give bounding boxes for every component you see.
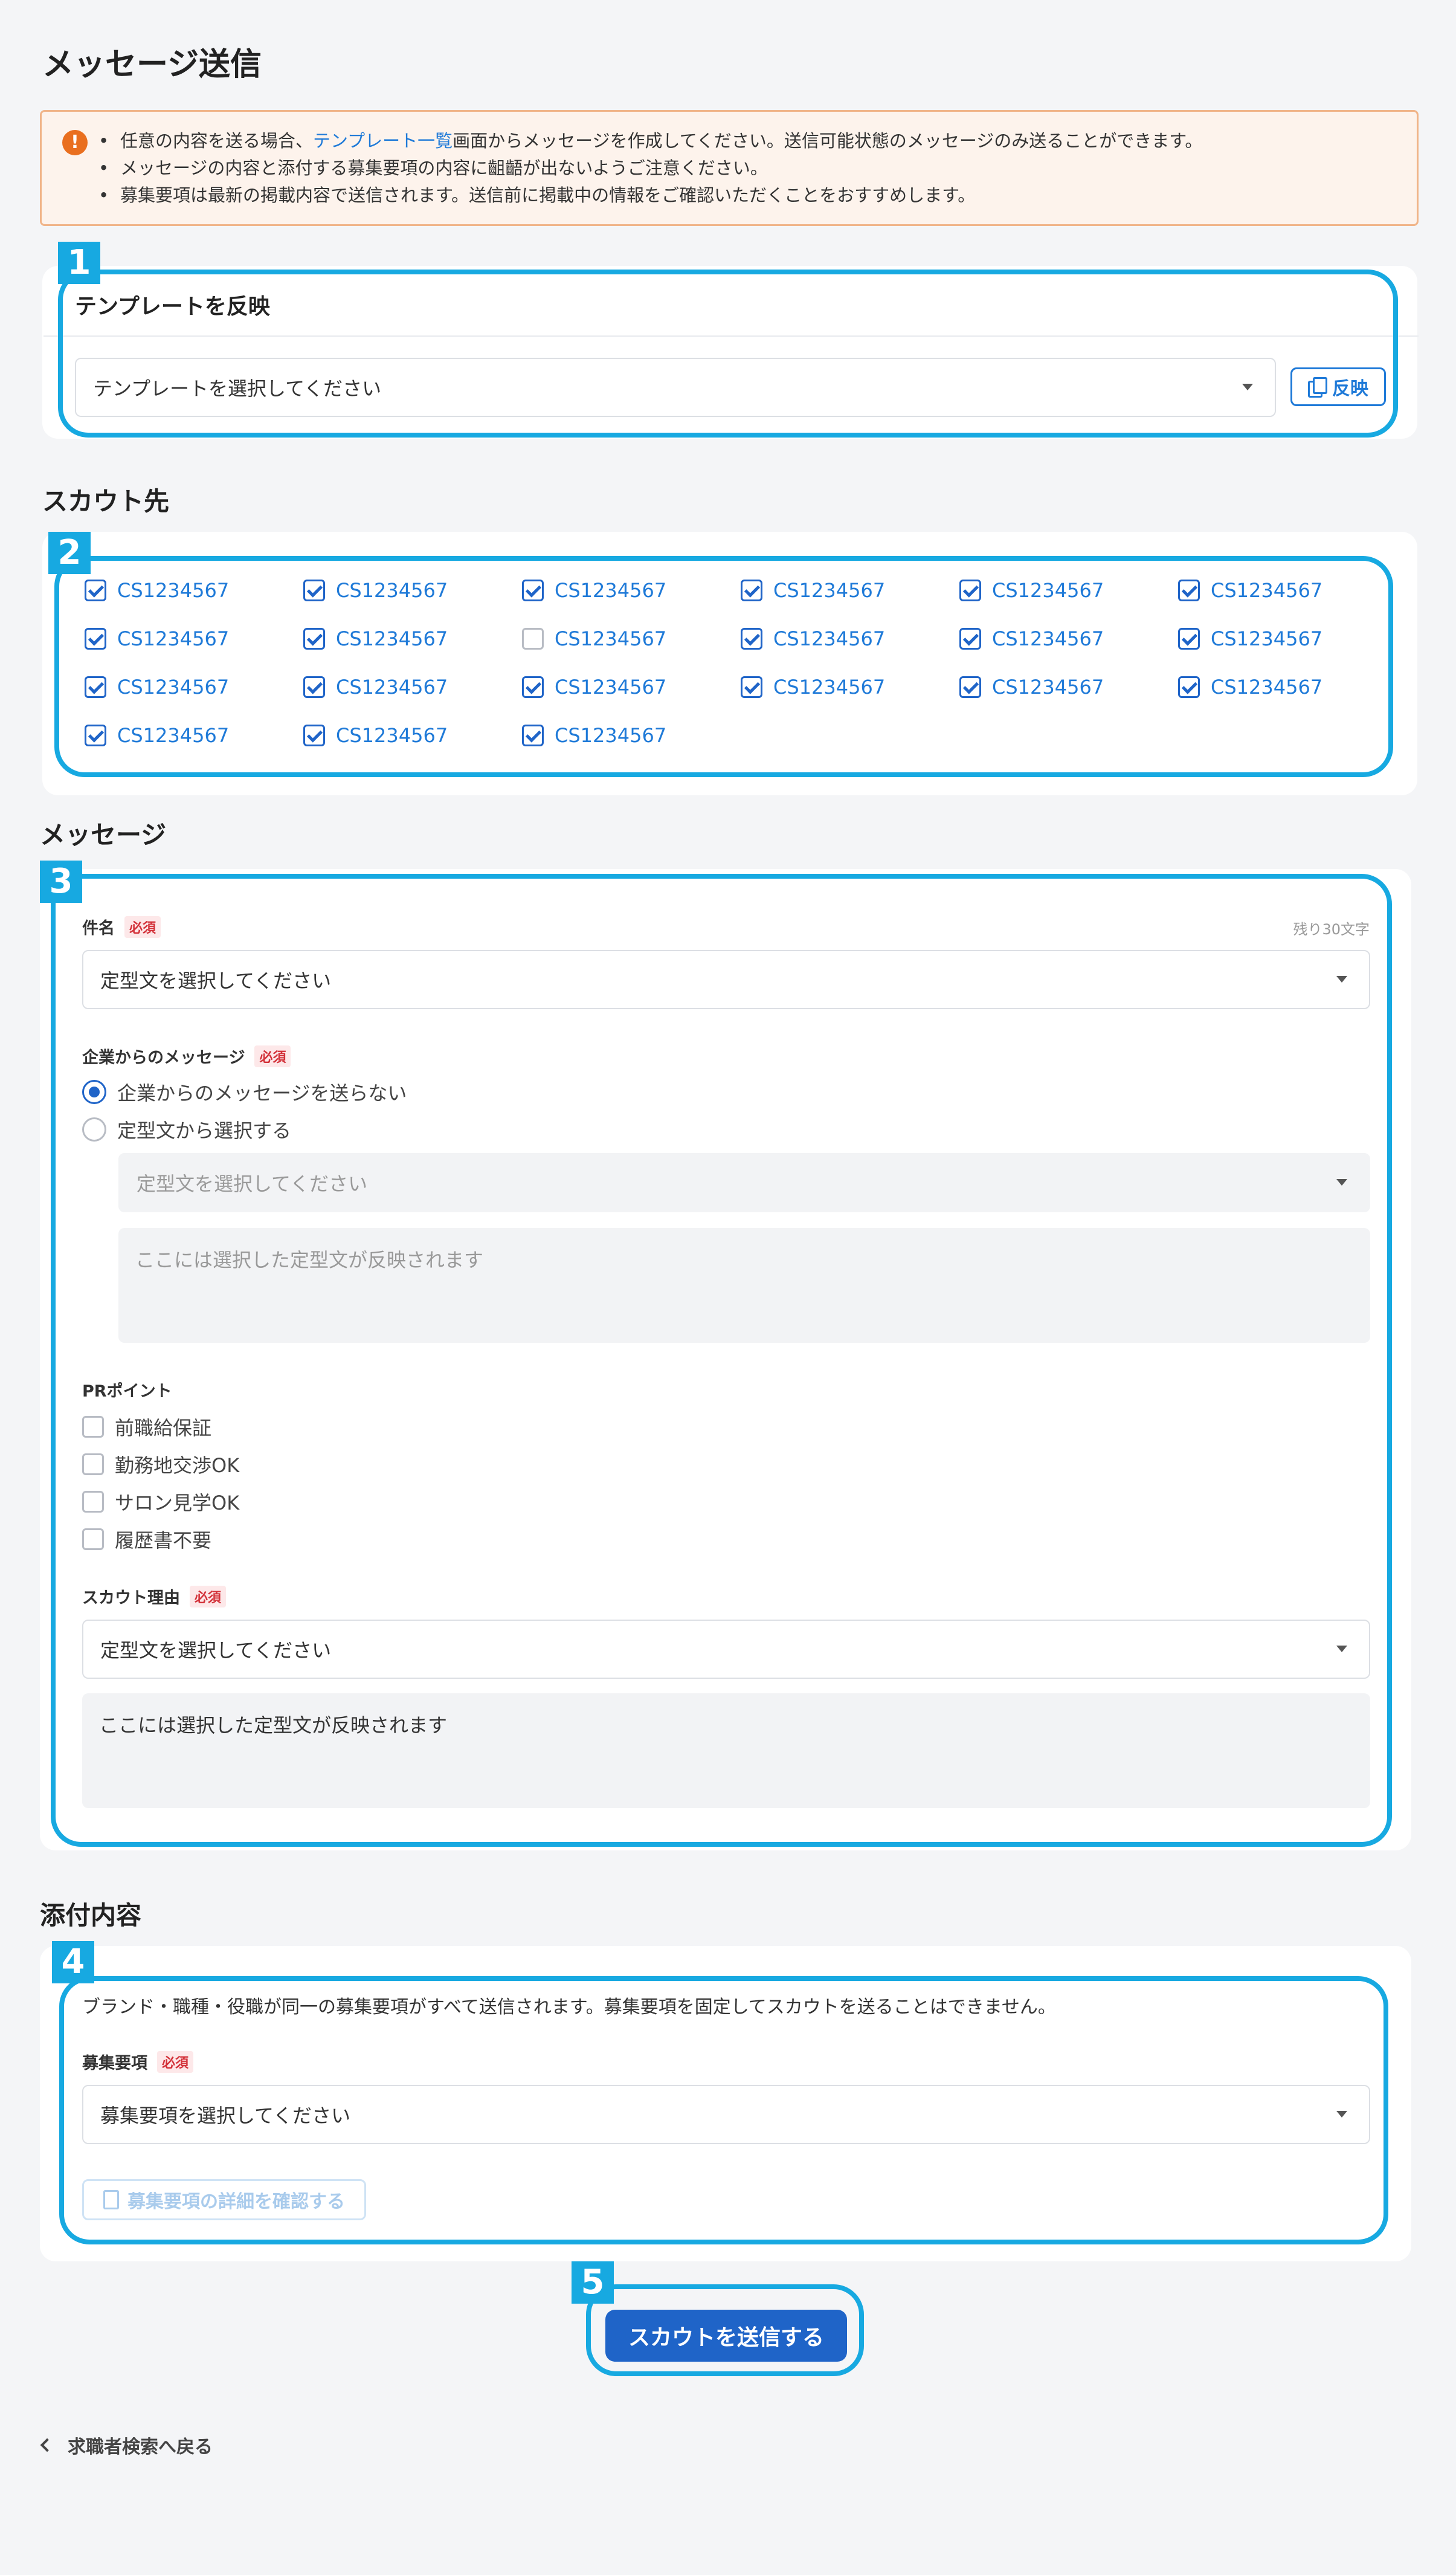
notice-line-3: 募集要項は最新の掲載内容で送信されます。送信前に掲載中の情報をご確認いただくこと… [98, 182, 1202, 209]
attachment-title: 添付内容 [40, 1901, 142, 1930]
highlight-2 [54, 556, 1393, 777]
notice-line-1: 任意の内容を送る場合、テンプレート一覧画面からメッセージを作成してください。送信… [98, 128, 1202, 155]
exclamation-icon: ! [62, 130, 88, 155]
highlight-1 [58, 270, 1398, 438]
highlight-3 [51, 874, 1392, 1847]
annotation-badge-4: 4 [52, 1941, 94, 1983]
chevron-left-icon [40, 2438, 54, 2452]
message-title: メッセージ [40, 820, 167, 850]
annotation-badge-2: 2 [48, 532, 91, 574]
highlight-4 [59, 1976, 1388, 2244]
annotation-badge-1: 1 [58, 242, 100, 284]
notice-line-2: メッセージの内容と添付する募集要項の内容に齟齬が出ないようご注意ください。 [98, 155, 1202, 182]
back-to-search-link[interactable]: 求職者検索へ戻る [40, 2432, 213, 2458]
page-title: メッセージ送信 [42, 47, 262, 83]
notice-alert: ! 任意の内容を送る場合、テンプレート一覧画面からメッセージを作成してください。… [40, 110, 1419, 226]
annotation-badge-3: 3 [40, 861, 82, 903]
template-list-link[interactable]: テンプレート一覧 [313, 131, 453, 151]
annotation-badge-5: 5 [572, 2261, 614, 2304]
scout-title: スカウト先 [42, 486, 170, 516]
highlight-5 [586, 2284, 864, 2376]
